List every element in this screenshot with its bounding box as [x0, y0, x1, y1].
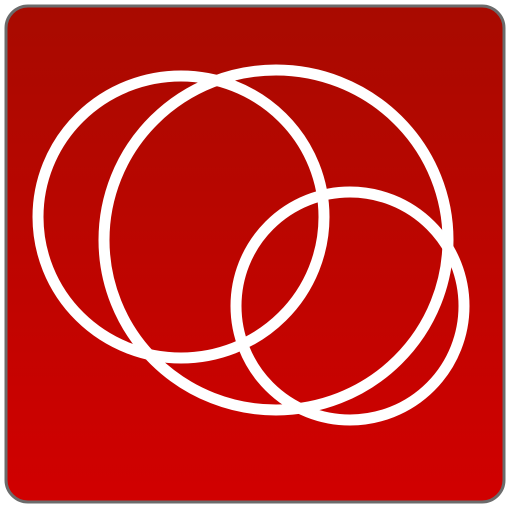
app-icon-tile[interactable]	[0, 0, 512, 512]
tile-background	[4, 4, 506, 504]
overlapping-rings-logo-icon	[4, 4, 506, 504]
